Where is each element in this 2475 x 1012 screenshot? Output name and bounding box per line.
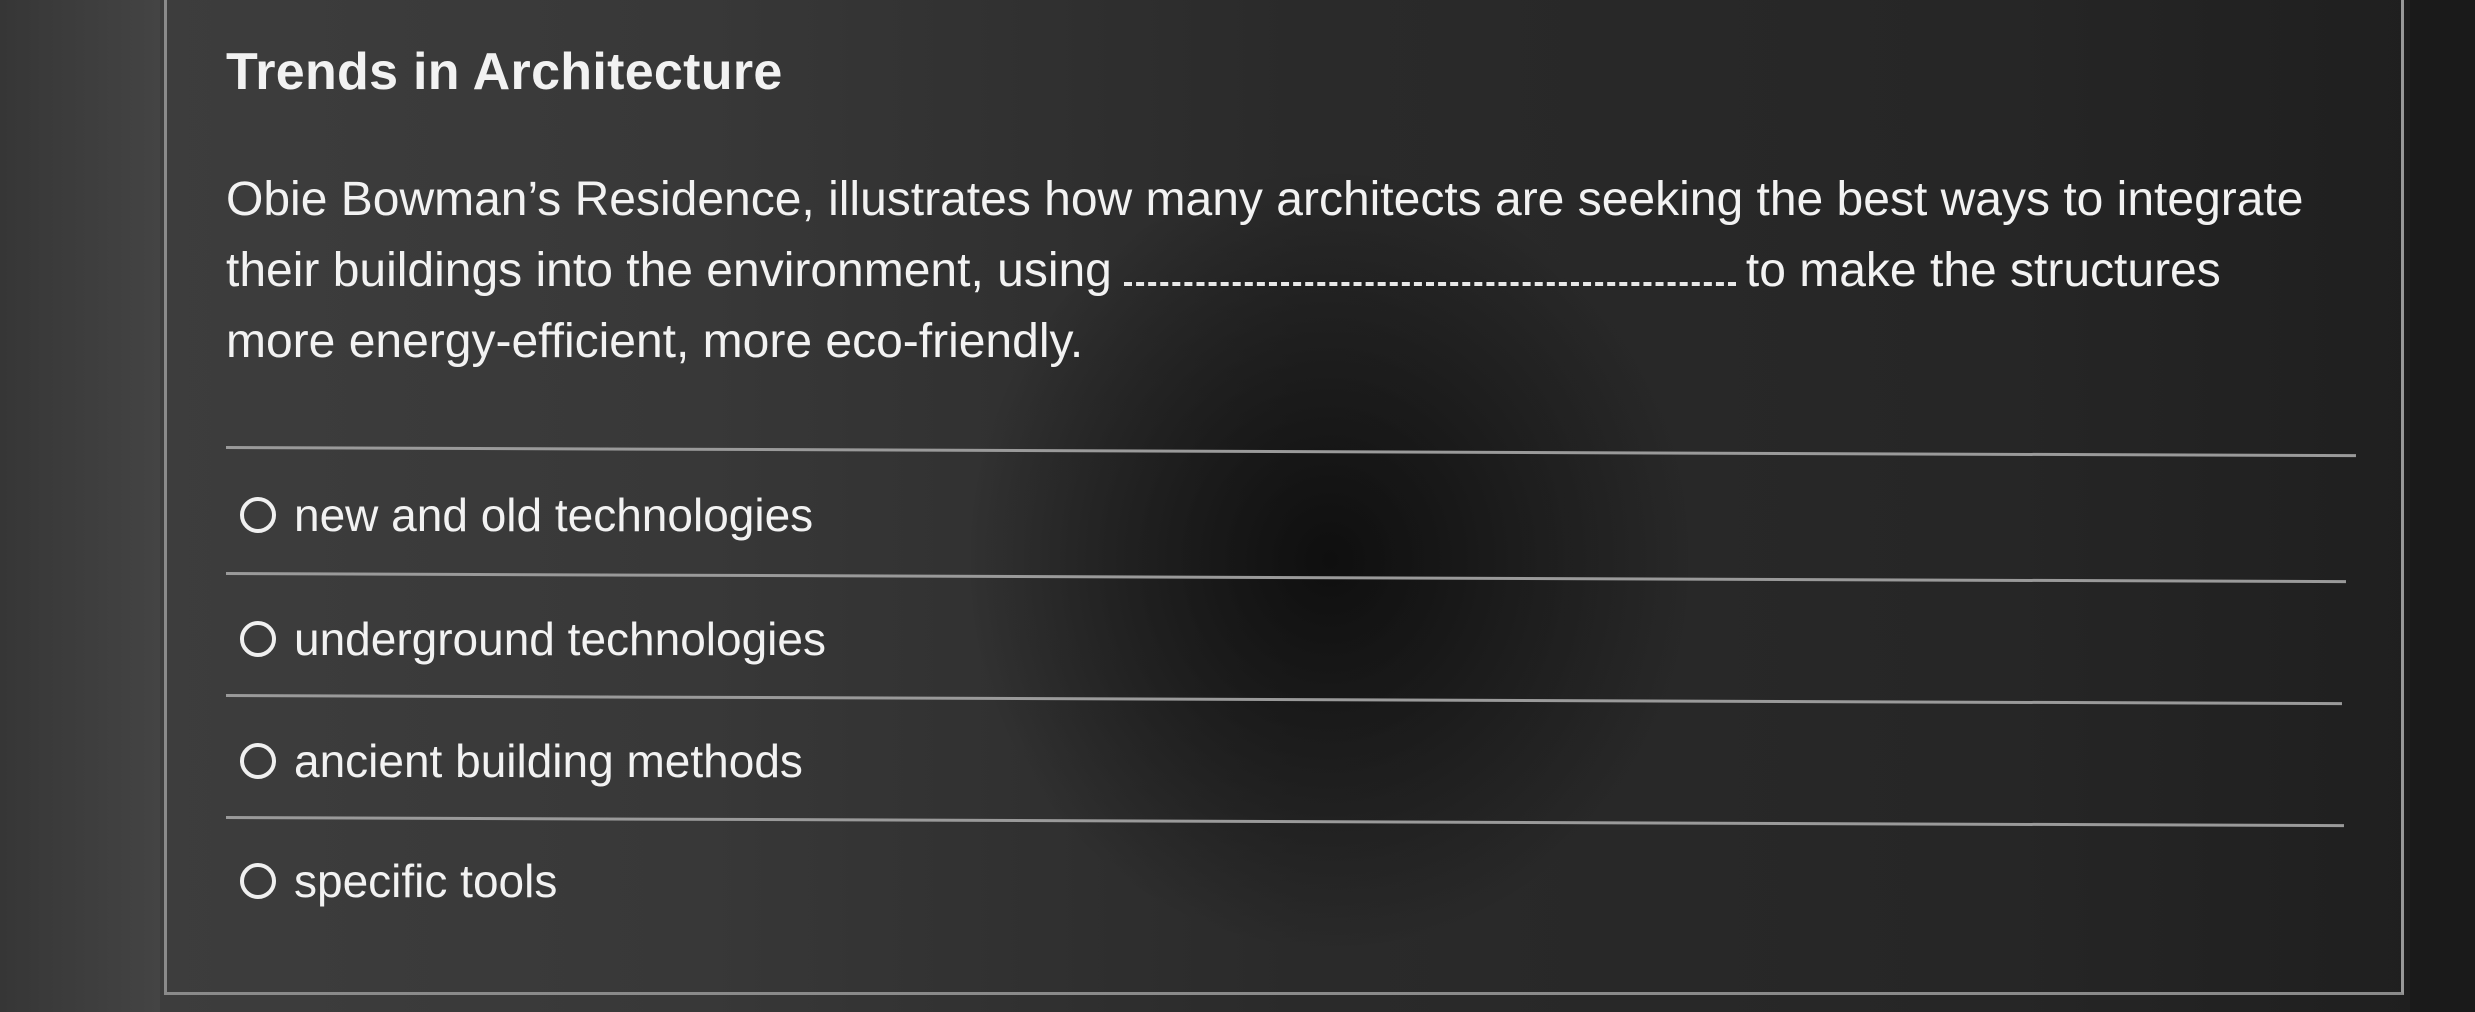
question-line-2-end: to make the structures bbox=[1745, 244, 2221, 297]
answer-option-4[interactable]: specific tools bbox=[240, 854, 557, 908]
answer-option-2[interactable]: underground technologies bbox=[240, 612, 826, 666]
option-label: ancient building methods bbox=[294, 735, 803, 787]
left-margin bbox=[0, 0, 160, 1012]
question-line-1: Obie Bowman’s Residence, illustrates how… bbox=[226, 173, 2304, 226]
radio-button-icon[interactable] bbox=[240, 863, 276, 899]
question-line-2: their buildings into the environment, us… bbox=[226, 235, 2376, 306]
option-label: specific tools bbox=[294, 855, 558, 907]
answer-blank bbox=[1123, 262, 1736, 286]
right-margin bbox=[2410, 0, 2475, 1012]
option-label: underground technologies bbox=[294, 613, 826, 665]
answer-option-1[interactable]: new and old technologies bbox=[240, 488, 813, 542]
question-line-2-start: their buildings into the environment, us… bbox=[226, 244, 1112, 297]
answer-option-3[interactable]: ancient building methods bbox=[240, 734, 803, 788]
question-line-3: more energy-efficient, more eco-friendly… bbox=[226, 315, 1084, 368]
question-text: Obie Bowman’s Residence, illustrates how… bbox=[226, 164, 2376, 377]
radio-button-icon[interactable] bbox=[240, 743, 276, 779]
radio-button-icon[interactable] bbox=[240, 621, 276, 657]
question-title: Trends in Architecture bbox=[226, 43, 783, 101]
option-label: new and old technologies bbox=[294, 489, 814, 541]
radio-button-icon[interactable] bbox=[240, 497, 276, 533]
